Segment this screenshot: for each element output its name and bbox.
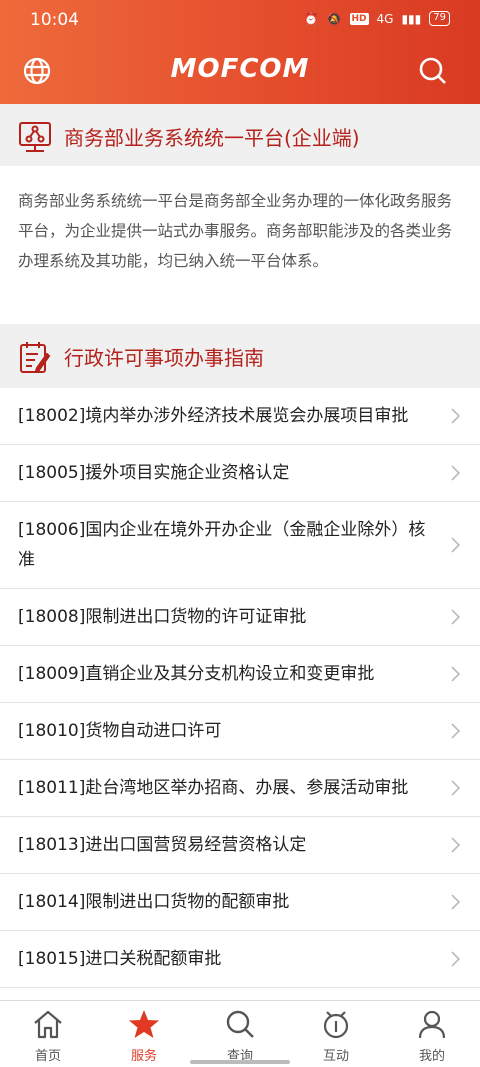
guide-list-item[interactable]: [18013]进出口国营贸易经营资格认定 [0, 817, 480, 874]
nav-home-label: 首页 [34, 1049, 61, 1064]
guide-list: [18002]境内举办涉外经济技术展览会办展项目审批 [18005]援外项目实施企… [0, 388, 480, 1000]
chevron-right-icon [451, 408, 460, 424]
nav-query[interactable]: 查询 [192, 1001, 288, 1067]
user-icon [418, 1010, 446, 1039]
alarm-icon: ⏰ [303, 11, 319, 26]
mute-icon: 🔕 [326, 11, 342, 26]
nav-mine-label: 我的 [418, 1049, 445, 1064]
interact-icon [323, 1011, 349, 1039]
guide-item-label: [18010]货物自动进口许可 [18, 721, 222, 741]
guide-list-item[interactable]: [18011]赴台湾地区举办招商、办展、参展活动审批 [0, 760, 480, 817]
signal-icon: ▮▮▮ [401, 11, 422, 26]
search-icon[interactable] [418, 56, 448, 86]
chevron-right-icon [451, 780, 460, 796]
guide-list-item[interactable]: [18009]直销企业及其分支机构设立和变更审批 [0, 646, 480, 703]
guide-list-item[interactable]: [18014]限制进出口货物的配额审批 [0, 874, 480, 931]
navigation-header: MOFCOM [0, 40, 480, 104]
bottom-navigation: 首页 服务 查询 互动 我的 [0, 1000, 480, 1067]
guide-item-label: [18009]直销企业及其分支机构设立和变更审批 [18, 664, 375, 684]
status-bar: 10:04 ⏰ 🔕 HD 4G ▮▮▮ 79 [0, 0, 480, 40]
guide-list-item[interactable]: [18015]进口关税配额审批 [0, 931, 480, 988]
chevron-right-icon [451, 537, 460, 553]
guide-list-item[interactable]: [18005]援外项目实施企业资格认定 [0, 445, 480, 502]
home-indicator [190, 1060, 290, 1064]
nav-service[interactable]: 服务 [96, 1001, 192, 1067]
mofcom-logo: MOFCOM [170, 54, 310, 84]
platform-icon [19, 122, 51, 152]
status-icons: ⏰ 🔕 HD 4G ▮▮▮ 79 [304, 11, 450, 26]
nav-interact-label: 互动 [322, 1049, 349, 1064]
home-icon [34, 1010, 62, 1039]
hd-badge: HD [349, 12, 369, 25]
guide-item-label: [18006]国内企业在境外开办企业（金融企业除外）核准 [18, 520, 426, 570]
nav-mine[interactable]: 我的 [384, 1001, 480, 1067]
search-icon [226, 1010, 254, 1038]
guide-section-header: 行政许可事项办事指南 [0, 324, 480, 388]
status-time: 10:04 [30, 10, 79, 30]
star-icon [129, 1010, 159, 1038]
guide-list-item[interactable]: [18008]限制进出口货物的许可证审批 [0, 589, 480, 646]
nav-home[interactable]: 首页 [0, 1001, 96, 1067]
guide-list-item[interactable]: [18010]货物自动进口许可 [0, 703, 480, 760]
platform-title: 商务部业务系统统一平台(企业端) [64, 126, 360, 150]
chevron-right-icon [451, 723, 460, 739]
nav-service-label: 服务 [130, 1049, 157, 1064]
platform-section-header: 商务部业务系统统一平台(企业端) [0, 104, 480, 168]
guide-item-label: [18008]限制进出口货物的许可证审批 [18, 607, 307, 627]
chevron-right-icon [451, 609, 460, 625]
checklist-icon [20, 342, 51, 373]
guide-item-label: [18013]进出口国营贸易经营资格认定 [18, 835, 307, 855]
chevron-right-icon [451, 666, 460, 682]
guide-item-label: [18014]限制进出口货物的配额审批 [18, 892, 290, 912]
guide-list-item[interactable]: [18006]国内企业在境外开办企业（金融企业除外）核准 [0, 502, 480, 589]
guide-title: 行政许可事项办事指南 [64, 346, 264, 370]
chevron-right-icon [451, 894, 460, 910]
network-label: 4G [376, 11, 394, 26]
platform-description: 商务部业务系统统一平台是商务部全业务办理的一体化政务服务平台，为企业提供一站式办… [0, 166, 480, 324]
guide-list-item[interactable]: [18002]境内举办涉外经济技术展览会办展项目审批 [0, 388, 480, 445]
nav-interact[interactable]: 互动 [288, 1001, 384, 1067]
guide-item-label: [18011]赴台湾地区举办招商、办展、参展活动审批 [18, 778, 409, 798]
app-header-bar: 10:04 ⏰ 🔕 HD 4G ▮▮▮ 79 MOFCOM [0, 0, 480, 104]
chevron-right-icon [451, 837, 460, 853]
chevron-right-icon [451, 951, 460, 967]
battery-indicator: 79 [429, 11, 450, 26]
guide-item-label: [18005]援外项目实施企业资格认定 [18, 463, 290, 483]
chevron-right-icon [451, 465, 460, 481]
guide-item-label: [18015]进口关税配额审批 [18, 949, 222, 969]
guide-item-label: [18002]境内举办涉外经济技术展览会办展项目审批 [18, 406, 409, 426]
